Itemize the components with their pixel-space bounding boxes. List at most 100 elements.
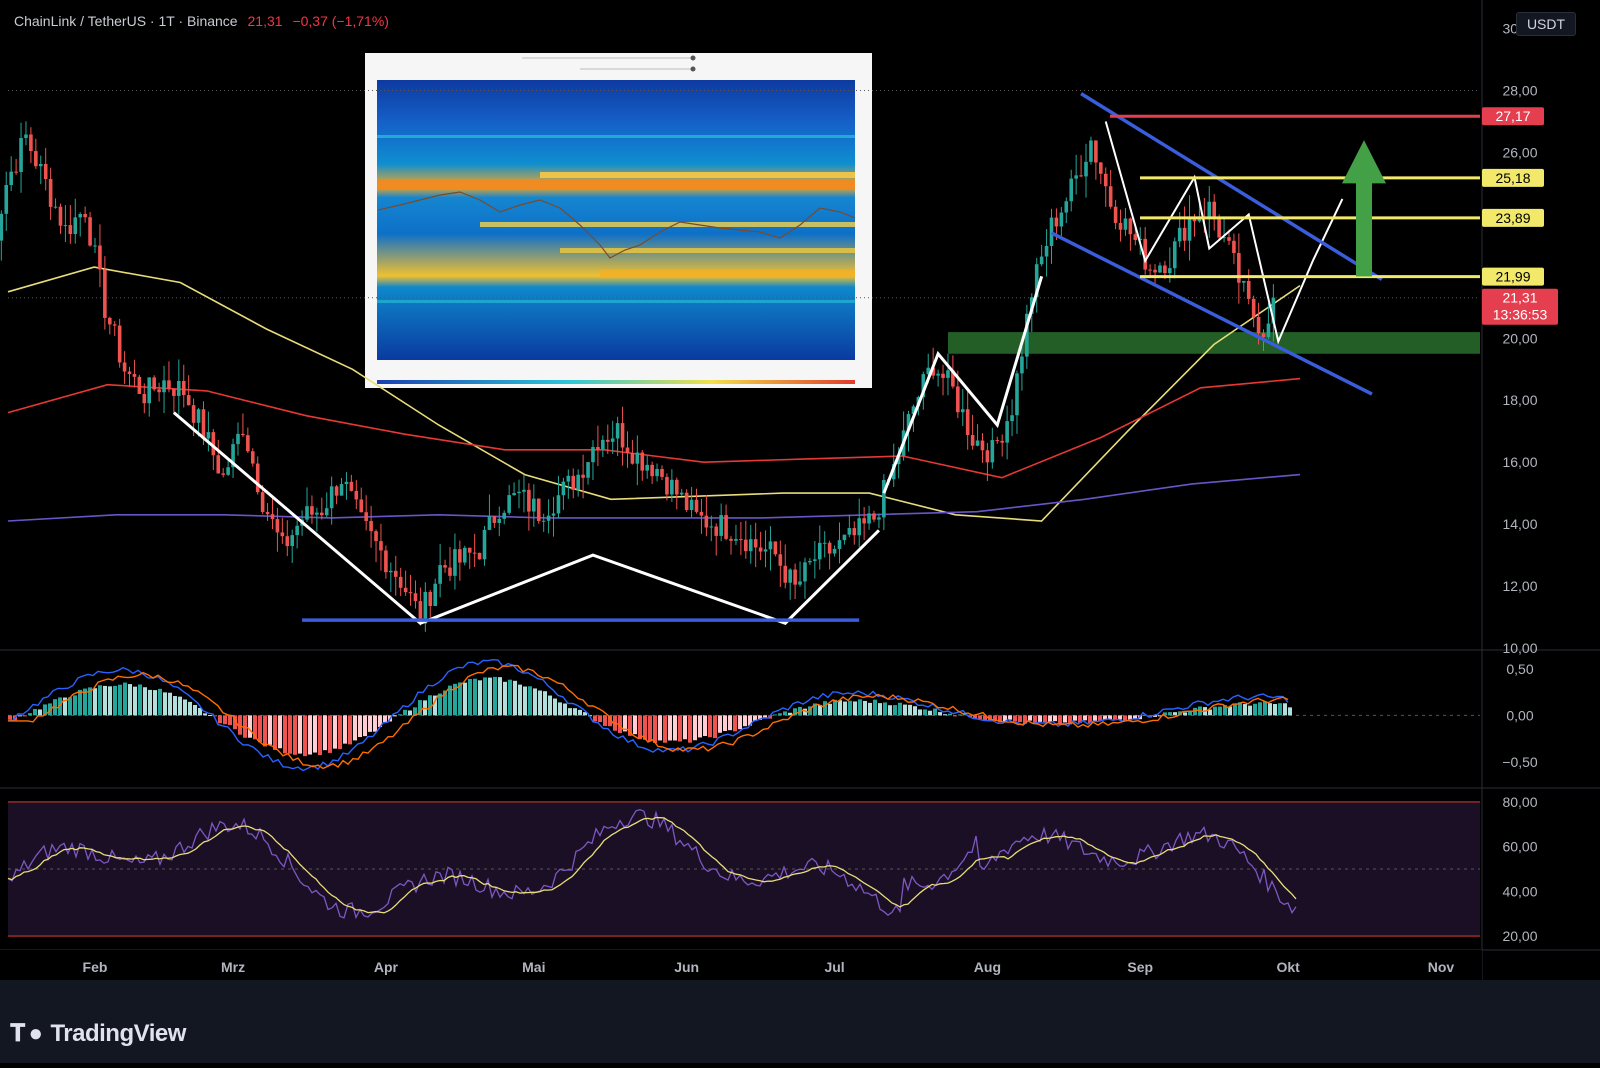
macd-histogram-bar — [1253, 703, 1257, 716]
candle — [630, 452, 635, 464]
candle — [1133, 234, 1138, 241]
candle — [1054, 217, 1059, 227]
macd-histogram-bar — [398, 714, 402, 716]
candle — [941, 373, 945, 378]
macd-histogram-bar — [298, 715, 302, 754]
macd-histogram-bar — [1168, 712, 1172, 716]
macd-histogram-bar — [1213, 706, 1217, 716]
candle — [788, 569, 792, 583]
candle — [98, 245, 102, 270]
macd-histogram-bar — [353, 715, 357, 741]
level-price-label: 27,17 — [1495, 108, 1530, 124]
candle — [1020, 356, 1024, 374]
macd-histogram-bar — [603, 715, 607, 726]
macd-histogram-bar — [363, 715, 367, 737]
candle — [872, 513, 876, 520]
candle — [285, 536, 290, 547]
candle — [132, 374, 137, 377]
price-tick-label: 12,00 — [1502, 578, 1537, 594]
candle — [813, 559, 817, 561]
macd-histogram-bar — [853, 701, 857, 716]
candle — [379, 541, 383, 551]
candle — [487, 516, 492, 530]
candle — [196, 409, 201, 423]
symbol-title[interactable]: ChainLink / TetherUS · 1T · Binance — [14, 13, 238, 29]
candle — [1079, 175, 1083, 177]
macd-histogram-bar — [323, 715, 327, 751]
candle — [1237, 253, 1241, 283]
candle — [704, 515, 709, 528]
time-tick-label: Jul — [824, 959, 844, 975]
macd-histogram-bar — [358, 715, 362, 738]
macd-histogram-bar — [1018, 715, 1022, 723]
macd-histogram-bar — [373, 715, 377, 732]
candle — [847, 528, 852, 535]
candle — [334, 486, 339, 496]
macd-histogram-bar — [668, 715, 672, 741]
currency-button[interactable]: USDT — [1516, 12, 1576, 36]
macd-histogram-bar — [173, 696, 177, 716]
candle — [364, 512, 368, 522]
candle — [29, 134, 33, 152]
macd-histogram-bar — [1008, 715, 1012, 720]
candle — [936, 373, 940, 376]
macd-histogram-bar — [918, 709, 922, 716]
macd-histogram-bar — [1243, 704, 1247, 716]
macd-histogram-bar — [693, 715, 697, 741]
macd-histogram-bar — [483, 677, 487, 716]
candle — [768, 541, 773, 550]
macd-histogram-bar — [913, 706, 917, 716]
macd-histogram-bar — [278, 715, 282, 749]
candle — [295, 525, 299, 536]
macd-histogram-bar — [383, 715, 387, 723]
candle — [956, 386, 960, 413]
time-tick-label: Mrz — [221, 959, 245, 975]
candle — [1099, 162, 1103, 174]
macd-histogram-bar — [23, 715, 27, 717]
candle — [862, 518, 866, 524]
candle — [68, 225, 73, 235]
candle — [502, 512, 507, 519]
macd-histogram-bar — [543, 691, 547, 716]
candle — [1015, 373, 1019, 416]
candle — [665, 476, 669, 495]
chart-canvas[interactable]: 30,0028,0026,0024,0022,0020,0018,0016,00… — [0, 0, 1600, 1063]
time-tick-label: Apr — [374, 959, 399, 975]
macd-histogram-bar — [153, 690, 157, 716]
macd-histogram-bar — [528, 686, 532, 716]
candle — [433, 583, 437, 606]
candle — [1069, 178, 1074, 202]
macd-histogram-bar — [163, 692, 167, 716]
macd-histogram-bar — [98, 685, 102, 716]
macd-histogram-bar — [523, 686, 527, 716]
macd-histogram-bar — [103, 685, 107, 716]
candle — [1044, 245, 1049, 257]
macd-histogram-bar — [723, 715, 727, 732]
candle — [477, 552, 482, 560]
candle — [581, 474, 585, 478]
macd-histogram-bar — [1058, 715, 1062, 725]
macd-histogram-bar — [1268, 703, 1272, 716]
level-price-label: 25,18 — [1495, 170, 1530, 186]
rsi-tick-label: 80,00 — [1502, 794, 1537, 810]
candle — [9, 171, 13, 186]
macd-histogram-bar — [513, 680, 517, 716]
candle — [679, 492, 684, 495]
candle — [398, 576, 403, 588]
candle — [482, 529, 487, 560]
macd-histogram-bar — [1083, 715, 1087, 721]
macd-histogram-bar — [348, 715, 352, 745]
candle — [246, 435, 250, 452]
symbol-header: ChainLink / TetherUS · 1T · Binance 21,3… — [14, 13, 389, 29]
candle — [1103, 173, 1108, 187]
candle — [1123, 218, 1128, 230]
candle — [48, 179, 53, 207]
current-price-label: 21,31 — [1502, 290, 1537, 306]
candle — [127, 371, 132, 375]
candle — [181, 381, 186, 396]
macd-histogram-bar — [1038, 715, 1042, 722]
footer-bar — [0, 980, 1600, 1063]
tradingview-logo[interactable]: 𝐓 ● TradingView — [10, 1020, 186, 1048]
candle — [339, 484, 344, 496]
candle — [1177, 227, 1182, 242]
